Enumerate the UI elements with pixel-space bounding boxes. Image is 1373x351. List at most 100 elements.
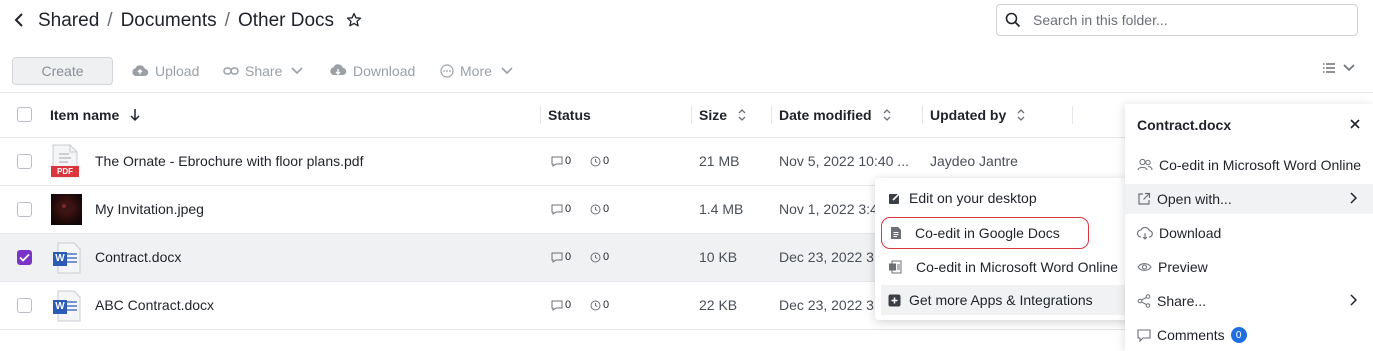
header-date-label: Date modified <box>779 107 872 123</box>
close-button[interactable] <box>1347 116 1363 132</box>
comment-count: 0 <box>551 251 571 263</box>
upload-label: Upload <box>155 63 200 79</box>
date-modified: Dec 23, 2022 3 <box>779 249 874 265</box>
row-checkbox[interactable] <box>17 298 32 313</box>
file-name[interactable]: The Ornate - Ebrochure with floor plans.… <box>95 153 363 169</box>
breadcrumb-separator: / <box>107 10 113 31</box>
menu-item-label: Co-edit in Microsoft Word Online <box>916 259 1119 275</box>
version-count-value: 0 <box>603 299 610 311</box>
select-all-checkbox[interactable] <box>17 107 32 122</box>
header-status-label: Status <box>548 107 591 123</box>
comment-icon <box>551 252 563 263</box>
open-external-icon <box>1138 192 1151 205</box>
comment-count: 0 <box>551 299 571 311</box>
panel-item-label: Comments <box>1157 327 1225 343</box>
version-count: 0 <box>590 251 609 263</box>
more-button[interactable]: More <box>440 60 520 82</box>
breadcrumb-other-docs: Other Docs <box>237 10 335 31</box>
header-item-name-label: Item name <box>50 107 120 123</box>
row-checkbox-checked[interactable] <box>17 250 32 265</box>
panel-item-comments[interactable]: Comments 0 <box>1125 320 1373 350</box>
chevron-left-icon <box>14 13 23 27</box>
header-updated-by-label: Updated by <box>930 107 1007 123</box>
add-apps-icon <box>888 294 901 306</box>
comment-icon <box>551 300 563 311</box>
link-icon <box>223 67 239 75</box>
header-item-name[interactable]: Item name <box>50 105 141 125</box>
more-dots-icon <box>440 64 454 78</box>
header-status[interactable]: Status <box>548 105 591 125</box>
panel-item-open-with[interactable]: Open with... <box>1125 184 1373 214</box>
create-button[interactable]: Create <box>12 57 113 85</box>
file-name[interactable]: ABC Contract.docx <box>95 297 214 313</box>
version-count: 0 <box>590 155 609 167</box>
eye-icon <box>1137 263 1152 271</box>
panel-item-label: Open with... <box>1157 191 1232 207</box>
word-type-label: W <box>55 253 65 264</box>
panel-item-download[interactable]: Download <box>1125 218 1373 248</box>
panel-item-label: Preview <box>1158 259 1208 275</box>
panel-item-share[interactable]: Share... <box>1125 286 1373 316</box>
share-button[interactable]: Share <box>223 60 310 82</box>
image-thumbnail <box>51 194 82 225</box>
chevron-right-icon <box>1350 192 1357 204</box>
close-icon <box>1350 119 1360 129</box>
comment-icon <box>551 204 563 215</box>
menu-item-edit-desktop[interactable]: Edit on your desktop <box>875 183 1131 213</box>
search-box <box>996 4 1358 36</box>
more-label: More <box>460 63 492 79</box>
clock-icon <box>590 300 601 310</box>
column-separator <box>771 106 772 124</box>
sort-updown-icon <box>883 109 891 121</box>
comment-count-value: 0 <box>565 299 572 311</box>
clock-icon <box>590 252 601 262</box>
menu-item-more-apps[interactable]: Get more Apps & Integrations <box>881 285 1125 315</box>
menu-item-label: Get more Apps & Integrations <box>909 292 1093 308</box>
panel-item-preview[interactable]: Preview <box>1125 252 1373 282</box>
cloud-download-icon <box>1137 226 1153 240</box>
breadcrumb: Shared / Documents / Other Docs <box>38 8 334 34</box>
toolbar-divider <box>0 92 1373 93</box>
file-size: 1.4 MB <box>699 201 744 217</box>
back-button[interactable] <box>8 8 30 32</box>
breadcrumb-separator: / <box>224 10 230 31</box>
row-checkbox[interactable] <box>17 202 32 217</box>
file-name[interactable]: My Invitation.jpeg <box>95 201 204 217</box>
date-modified: Nov 1, 2022 3:4 <box>779 201 878 217</box>
edit-desktop-icon <box>889 192 901 204</box>
upload-button[interactable]: Upload <box>131 60 199 82</box>
panel-item-label: Co-edit in Microsoft Word Online <box>1159 157 1362 173</box>
menu-item-google-docs[interactable]: Co-edit in Google Docs <box>881 217 1089 249</box>
header-size[interactable]: Size <box>699 105 747 125</box>
search-input[interactable] <box>1031 11 1331 29</box>
pdf-file-icon: PDF <box>50 144 80 178</box>
menu-item-label: Co-edit in Google Docs <box>915 225 1060 241</box>
download-button[interactable]: Download <box>329 60 415 82</box>
sort-updown-icon <box>738 109 746 121</box>
comment-count-value: 0 <box>565 203 572 215</box>
comment-count: 0 <box>551 155 571 167</box>
file-name[interactable]: Contract.docx <box>95 249 181 265</box>
header-date-modified[interactable]: Date modified <box>779 105 892 125</box>
comment-icon <box>551 156 563 167</box>
share-label: Share <box>245 63 283 79</box>
breadcrumb-documents[interactable]: Documents <box>121 10 217 32</box>
panel-item-coedit-word[interactable]: Co-edit in Microsoft Word Online <box>1125 150 1373 180</box>
chevron-right-icon <box>1350 294 1357 306</box>
pdf-type-label: PDF <box>57 167 73 176</box>
row-checkbox[interactable] <box>17 154 32 169</box>
sort-updown-icon <box>1017 109 1025 121</box>
view-toggle-button[interactable] <box>1322 62 1356 74</box>
header-updated-by[interactable]: Updated by <box>930 105 1026 125</box>
file-actions-panel: Contract.docx Co-edit in Microsoft Word … <box>1125 104 1373 351</box>
column-separator <box>1072 106 1073 124</box>
create-label: Create <box>41 63 84 79</box>
file-size: 21 MB <box>699 153 740 169</box>
breadcrumb-shared[interactable]: Shared <box>38 10 99 32</box>
list-view-icon <box>1323 63 1335 73</box>
version-count-value: 0 <box>603 251 610 263</box>
menu-item-word-online[interactable]: Co-edit in Microsoft Word Online <box>875 252 1131 282</box>
favorite-button[interactable] <box>346 10 364 30</box>
date-modified: Dec 23, 2022 3 <box>779 297 874 313</box>
file-size: 10 KB <box>699 249 738 265</box>
